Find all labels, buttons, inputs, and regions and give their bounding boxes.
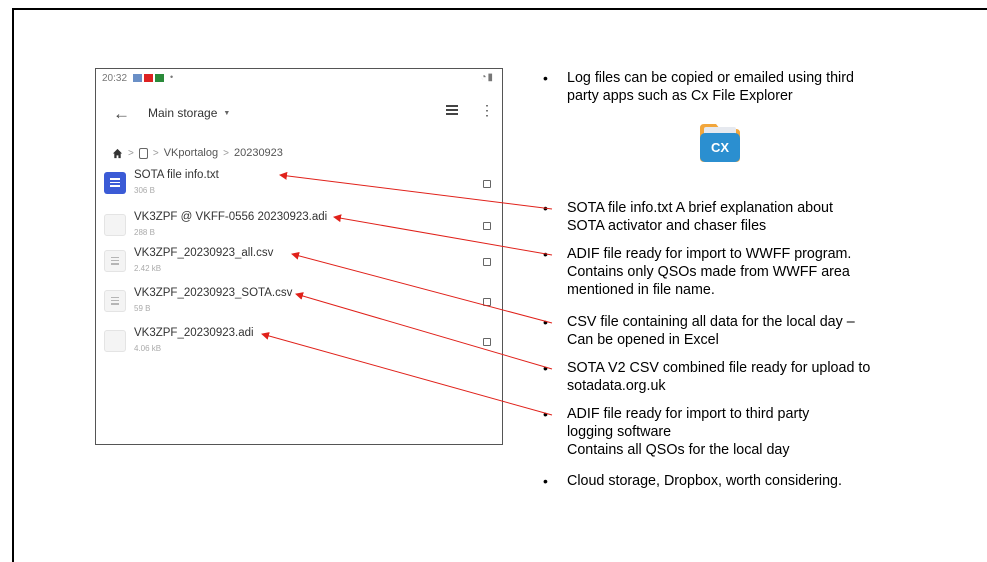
bullet-cloud-storage: Cloud storage, Dropbox, worth considerin… (567, 473, 842, 489)
breadcrumb-current-folder[interactable]: 20230923 (234, 147, 283, 159)
file-row[interactable]: VK3ZPF_20230923_all.csv 2.42 kB (96, 247, 502, 285)
status-time: 20:32 (102, 73, 128, 84)
device-storage-icon[interactable] (138, 147, 148, 159)
bullet-csv-all: CSV file containing all data for the loc… (567, 314, 855, 348)
file-size: 288 B (134, 228, 155, 237)
app-notification-icon (144, 74, 153, 82)
bullet-dot: • (543, 200, 548, 216)
notification-icons (133, 74, 164, 82)
file-name: VK3ZPF_20230923.adi (134, 327, 254, 339)
bullet-sota-csv: SOTA V2 CSV combined file ready for uplo… (567, 360, 871, 394)
home-icon[interactable] (112, 148, 123, 159)
bullet-dot: • (543, 70, 548, 86)
text-document-icon (104, 172, 126, 194)
app-bar: ← Main storage ▼ ⋮ (96, 91, 502, 137)
breadcrumb-separator: > (128, 147, 134, 159)
document-icon (104, 250, 126, 272)
select-checkbox[interactable] (483, 338, 491, 346)
bullet-sota-info: SOTA file info.txt A brief explanation a… (567, 200, 833, 234)
cx-file-explorer-logo: CX (700, 124, 740, 162)
status-bar: 20:32 • ◔▮ (96, 69, 502, 89)
breadcrumb-separator: > (152, 147, 159, 159)
slide: 20:32 • ◔▮ ← Main storage ▼ ⋮ > > VKporta… (0, 0, 987, 562)
slide-border-top (12, 8, 987, 10)
select-checkbox[interactable] (483, 298, 491, 306)
select-checkbox[interactable] (483, 258, 491, 266)
file-size: 4.06 kB (134, 344, 162, 353)
bullet-dot: • (543, 360, 548, 376)
file-size: 306 B (134, 186, 155, 195)
bullet-adif-third-party: ADIF file ready for import to third part… (567, 406, 810, 458)
file-row[interactable]: VK3ZPF @ VKFF-0556 20230923.adi 288 B (96, 211, 502, 249)
file-size: 2.42 kB (134, 264, 162, 273)
back-arrow-icon[interactable]: ← (113, 104, 130, 124)
dropdown-caret-icon: ▼ (223, 110, 231, 117)
select-checkbox[interactable] (483, 180, 491, 188)
breadcrumb: > > VKportalog > 20230923 (112, 144, 283, 162)
storage-title: Main storage (148, 106, 218, 120)
blank-file-icon (104, 214, 126, 236)
slide-border-left (12, 8, 14, 562)
file-name: VK3ZPF_20230923_all.csv (134, 247, 274, 259)
bullet-dot: • (543, 473, 548, 489)
document-icon (104, 290, 126, 312)
app-notification-icon (155, 74, 164, 82)
file-name: SOTA file info.txt (134, 169, 219, 181)
battery-wifi-icons: ◔▮ (480, 72, 494, 83)
message-icon (133, 74, 142, 82)
file-name: VK3ZPF_20230923_SOTA.csv (134, 287, 293, 299)
file-row[interactable]: VK3ZPF_20230923_SOTA.csv 59 B (96, 287, 502, 325)
file-row[interactable]: SOTA file info.txt 306 B (96, 169, 502, 207)
blank-file-icon (104, 330, 126, 352)
logo-text: CX (711, 140, 729, 155)
select-checkbox[interactable] (483, 222, 491, 230)
file-size: 59 B (134, 304, 151, 313)
bullet-dot: • (543, 314, 548, 330)
phone-screenshot: 20:32 • ◔▮ ← Main storage ▼ ⋮ > > VKporta… (95, 68, 503, 445)
more-options-icon[interactable]: ⋮ (480, 103, 494, 117)
bullet-adif-wwff: ADIF file ready for import to WWFF progr… (567, 246, 852, 298)
file-name: VK3ZPF @ VKFF-0556 20230923.adi (134, 211, 328, 223)
file-row[interactable]: VK3ZPF_20230923.adi 4.06 kB (96, 327, 502, 365)
storage-selector[interactable]: Main storage ▼ (148, 106, 230, 120)
list-view-icon[interactable] (446, 105, 458, 116)
bullet-dot: • (543, 406, 548, 422)
bullet-dot: • (543, 246, 548, 262)
breadcrumb-separator: > (223, 147, 229, 159)
breadcrumb-folder[interactable]: VKportalog (164, 147, 218, 159)
more-notifications-dot: • (170, 72, 174, 82)
bullet-log-files: Log files can be copied or emailed using… (567, 70, 854, 104)
